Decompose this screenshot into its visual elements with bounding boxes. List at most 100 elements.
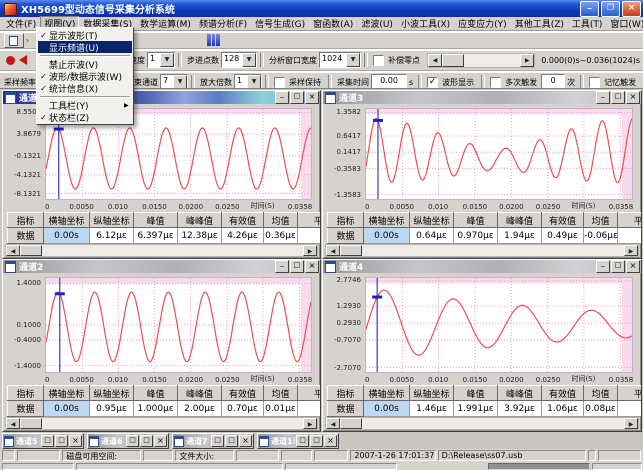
analysis-window-select[interactable]: 1024: [319, 52, 361, 68]
waveform-chart[interactable]: 1.35820.64170.1417-0.3583-1.358300.00500…: [325, 105, 639, 211]
checkbox-box[interactable]: [373, 55, 384, 66]
menu-item-12[interactable]: 窗口(W): [606, 16, 643, 31]
horizontal-scrollbar[interactable]: [5, 417, 318, 430]
menu-item[interactable]: ✓统计信息(X): [38, 82, 132, 94]
menu-item[interactable]: 禁止示波(V): [38, 58, 132, 70]
channel-titlebar[interactable]: 通道3: [323, 91, 641, 104]
new-file-button[interactable]: [4, 33, 24, 48]
playback-speed-select[interactable]: 1: [147, 52, 175, 68]
horizontal-scrollbar[interactable]: [5, 244, 318, 257]
menu-item[interactable]: 工具栏(Y)▶: [38, 99, 132, 111]
scrollbar-track[interactable]: [42, 245, 303, 256]
close-button[interactable]: [154, 435, 167, 447]
checkbox-box[interactable]: [490, 77, 501, 88]
scroll-right-icon[interactable]: [303, 245, 317, 256]
scrollbar-track[interactable]: [362, 418, 624, 429]
channel-titlebar[interactable]: 通道4: [323, 260, 641, 273]
maximize-button[interactable]: [225, 435, 238, 447]
checkbox-box[interactable]: [427, 77, 438, 88]
minimize-button[interactable]: [596, 260, 610, 273]
restore-button[interactable]: [126, 435, 139, 447]
minimize-button[interactable]: [275, 260, 289, 273]
scroll-left-icon[interactable]: [6, 245, 20, 256]
maximize-button[interactable]: [611, 91, 625, 104]
close-button[interactable]: [69, 435, 82, 447]
maximize-button[interactable]: [290, 91, 304, 104]
horizontal-scrollbar[interactable]: [325, 417, 639, 430]
maximize-button[interactable]: [310, 435, 323, 447]
maximize-button[interactable]: [55, 435, 68, 447]
menu-item-6[interactable]: 窗函数(A): [309, 16, 357, 31]
menu-item-4[interactable]: 频谱分析(F): [195, 16, 251, 31]
scrollbar-track[interactable]: [42, 418, 303, 429]
channel-titlebar[interactable]: 通道2: [3, 260, 320, 273]
maximize-button[interactable]: [140, 435, 153, 447]
scroll-right-icon[interactable]: [624, 418, 638, 429]
close-button[interactable]: [239, 435, 252, 447]
channel-window-channel-4[interactable]: 通道4 2.77461.29300.2930-0.7070-2.707000.0…: [322, 259, 642, 432]
zero-compensation-checkbox[interactable]: 补偿零点: [373, 55, 422, 66]
menu-item-0[interactable]: 文件(F): [2, 16, 40, 31]
menu-item-10[interactable]: 其他工具(Z): [511, 16, 568, 31]
tile-columns-icon[interactable]: [207, 34, 220, 46]
maximize-button[interactable]: [611, 260, 625, 273]
sample-hold-checkbox[interactable]: 采样保持: [274, 77, 323, 88]
restore-button[interactable]: [296, 435, 309, 447]
channel-window-channel-2[interactable]: 通道2 1.40000.1000-0.4000-1.400000.00500.0…: [2, 259, 321, 432]
close-button[interactable]: [305, 260, 319, 273]
scrollbar-thumb[interactable]: [442, 54, 464, 67]
minimized-window[interactable]: 通道7: [172, 433, 254, 449]
minimized-window[interactable]: 通道1与通...: [257, 433, 339, 449]
record-icon[interactable]: [6, 56, 15, 65]
scroll-right-icon[interactable]: [624, 245, 638, 256]
close-button[interactable]: [324, 435, 337, 447]
menu-item-7[interactable]: 滤波(U): [357, 16, 397, 31]
menu-item[interactable]: ✓状态栏(Z): [38, 111, 132, 123]
close-button[interactable]: [622, 1, 641, 17]
restore-button[interactable]: [211, 435, 224, 447]
scrollbar-track[interactable]: [362, 245, 624, 256]
scrollbar-thumb[interactable]: [340, 418, 362, 429]
scrollbar-thumb[interactable]: [20, 418, 42, 429]
menu-item-11[interactable]: 工具(T): [568, 16, 607, 31]
play-back-icon[interactable]: [19, 55, 27, 65]
scroll-right-icon[interactable]: [520, 54, 534, 67]
row-label[interactable]: 数据: [328, 401, 364, 417]
waveform-chart[interactable]: 1.40000.1000-0.4000-1.400000.00500.0100.…: [5, 274, 318, 384]
minimize-button[interactable]: [275, 91, 289, 104]
row-label[interactable]: 数据: [8, 228, 44, 244]
row-label[interactable]: 数据: [328, 228, 364, 244]
scrollbar-thumb[interactable]: [340, 245, 362, 256]
restore-button[interactable]: [41, 435, 54, 447]
menu-item-3[interactable]: 数学运算(M): [136, 16, 195, 31]
title-bar[interactable]: XH5699型动态信号采集分析系统: [0, 0, 643, 17]
close-button[interactable]: [626, 260, 640, 273]
menu-item-9[interactable]: 应变应力(Y): [454, 16, 511, 31]
menu-item[interactable]: ✓显示波形(T): [38, 29, 132, 41]
step-points-select[interactable]: 128: [221, 52, 257, 68]
close-button[interactable]: [626, 91, 640, 104]
wave-display-checkbox[interactable]: 波形显示: [427, 77, 476, 88]
scrollbar-thumb[interactable]: [20, 245, 42, 256]
toolbar-overflow-icon[interactable]: ›: [26, 36, 29, 45]
scroll-left-icon[interactable]: [6, 418, 20, 429]
minimize-button[interactable]: [596, 91, 610, 104]
scroll-left-icon[interactable]: [326, 245, 340, 256]
multi-trigger-checkbox[interactable]: 多次触发: [490, 77, 539, 88]
scroll-left-icon[interactable]: [428, 54, 442, 67]
waveform-chart[interactable]: 2.77461.29300.2930-0.7070-2.707000.00500…: [325, 274, 639, 384]
scroll-right-icon[interactable]: [303, 418, 317, 429]
close-button[interactable]: [305, 91, 319, 104]
scrollbar-track[interactable]: [464, 54, 520, 67]
memory-trigger-checkbox[interactable]: 记忆触发: [589, 77, 638, 88]
minimize-button[interactable]: [580, 1, 599, 17]
minimized-window[interactable]: 通道6: [87, 433, 169, 449]
menu-item-8[interactable]: 小波工具(X): [397, 16, 454, 31]
scroll-left-icon[interactable]: [326, 418, 340, 429]
channel-window-channel-3[interactable]: 通道3 1.35820.64170.1417-0.3583-1.358300.0…: [322, 90, 642, 259]
checkbox-box[interactable]: [274, 77, 285, 88]
restore-button[interactable]: [601, 1, 620, 17]
minimized-window[interactable]: 通道5: [2, 433, 84, 449]
menu-item-5[interactable]: 信号生成(G): [251, 16, 309, 31]
row-label[interactable]: 数据: [8, 401, 44, 417]
